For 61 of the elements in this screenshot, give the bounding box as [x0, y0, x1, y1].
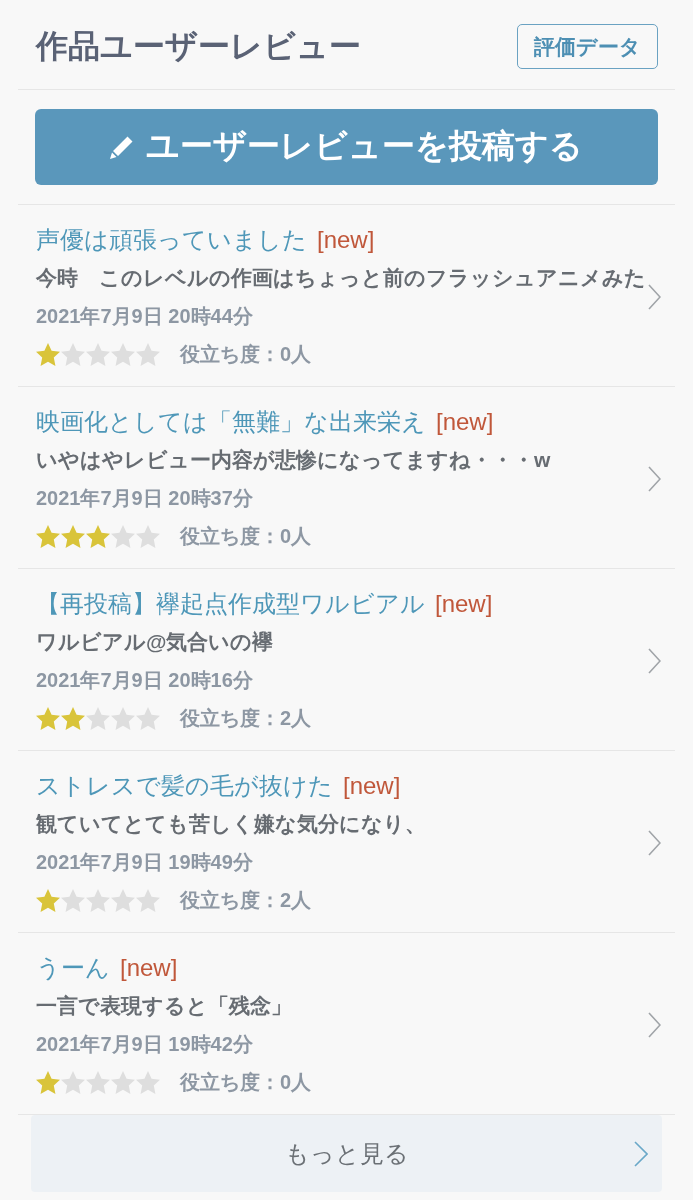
chevron-right-icon[interactable]	[648, 284, 661, 310]
chevron-right-icon	[634, 1141, 648, 1167]
helpful-count: 役立ち度：0人	[180, 1069, 312, 1095]
review-date: 2021年7月9日 19時49分	[36, 849, 253, 875]
star-icon	[111, 706, 135, 730]
review-date: 2021年7月9日 19時42分	[36, 1031, 253, 1057]
new-label: [new]	[120, 954, 178, 982]
star-icon	[61, 888, 85, 912]
review-snippet: 今時 このレベルの作画はちょっと前のフラッシュアニメみた	[36, 265, 646, 291]
star-icon	[36, 524, 60, 548]
pencil-icon	[110, 135, 134, 159]
chevron-right-icon[interactable]	[648, 648, 661, 674]
helpful-count: 役立ち度：2人	[180, 887, 312, 913]
review-snippet: 一言で表現すると「残念」	[36, 993, 292, 1019]
star-icon	[86, 524, 110, 548]
star-icon	[86, 888, 110, 912]
new-label: [new]	[317, 226, 375, 254]
star-icon	[111, 342, 135, 366]
star-icon	[136, 342, 160, 366]
star-icon	[136, 888, 160, 912]
star-icon	[61, 706, 85, 730]
review-title-link[interactable]: うーん	[36, 952, 110, 984]
post-review-button[interactable]: ユーザーレビューを投稿する	[35, 109, 658, 185]
chevron-right-icon[interactable]	[648, 466, 661, 492]
review-date: 2021年7月9日 20時16分	[36, 667, 253, 693]
star-icon	[61, 524, 85, 548]
review-snippet: ワルビアル@気合いの襷	[36, 629, 274, 655]
chevron-right-icon[interactable]	[648, 1012, 661, 1038]
chevron-right-icon[interactable]	[648, 830, 661, 856]
star-icon	[36, 1070, 60, 1094]
section-title: 作品ユーザーレビュー	[36, 26, 361, 66]
review-date: 2021年7月9日 20時37分	[36, 485, 253, 511]
star-icon	[136, 706, 160, 730]
review-title-link[interactable]: 声優は頑張っていました	[36, 224, 307, 256]
star-icon	[136, 1070, 160, 1094]
review-title-link[interactable]: 【再投稿】襷起点作成型ワルビアル	[36, 588, 425, 620]
star-icon	[111, 1070, 135, 1094]
helpful-count: 役立ち度：0人	[180, 341, 312, 367]
star-icon	[36, 706, 60, 730]
star-icon	[86, 1070, 110, 1094]
review-snippet: いやはやレビュー内容が悲惨になってますね・・・w	[36, 447, 551, 474]
star-icon	[61, 1070, 85, 1094]
review-date: 2021年7月9日 20時44分	[36, 303, 253, 329]
star-icon	[36, 888, 60, 912]
rating-data-button[interactable]: 評価データ	[517, 24, 658, 69]
new-label: [new]	[435, 590, 493, 618]
star-icon	[36, 342, 60, 366]
new-label: [new]	[343, 772, 401, 800]
star-icon	[136, 524, 160, 548]
star-icon	[86, 342, 110, 366]
star-icon	[61, 342, 85, 366]
star-icon	[111, 888, 135, 912]
new-label: [new]	[436, 408, 494, 436]
star-icon	[86, 706, 110, 730]
star-icon	[111, 524, 135, 548]
review-snippet: 観ていてとても苦しく嫌な気分になり、	[36, 811, 426, 838]
helpful-count: 役立ち度：0人	[180, 523, 312, 549]
show-more-button[interactable]: もっと見る	[31, 1115, 662, 1192]
review-title-link[interactable]: 映画化としては「無難」な出来栄え	[36, 406, 426, 438]
review-title-link[interactable]: ストレスで髪の毛が抜けた	[36, 770, 333, 802]
helpful-count: 役立ち度：2人	[180, 705, 312, 731]
